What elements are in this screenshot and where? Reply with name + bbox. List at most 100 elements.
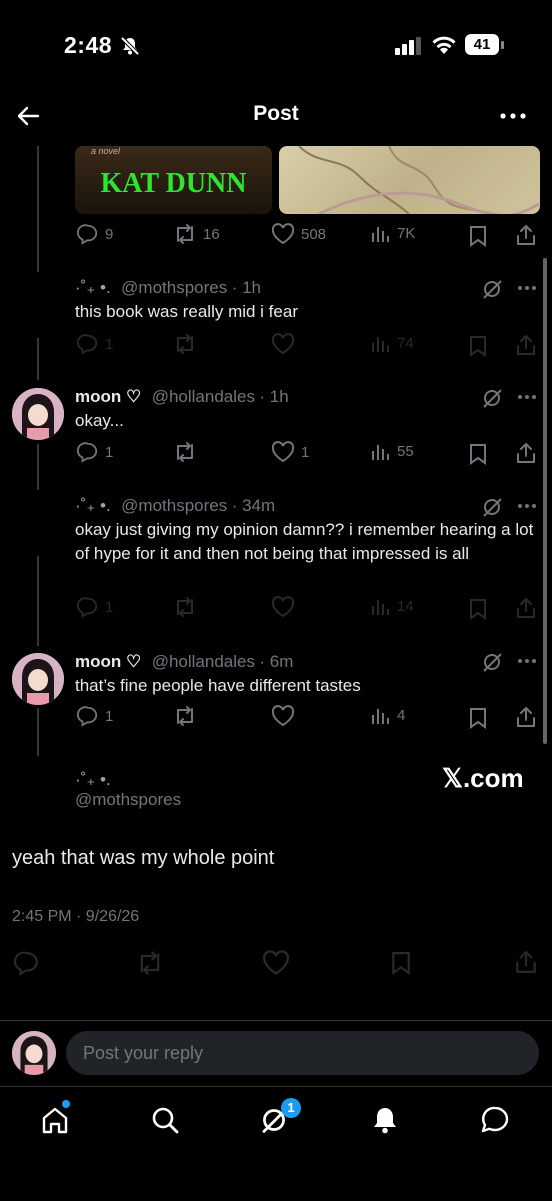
avatar[interactable] [12, 388, 64, 440]
reply-header: ·˚₊ •. @mothspores · 34m [75, 496, 275, 516]
like-count: 1 [301, 443, 310, 461]
more-options-icon[interactable] [517, 658, 537, 664]
book-art-image[interactable] [279, 146, 540, 214]
reply-header: ·˚₊ •. @mothspores · 1h [75, 278, 261, 298]
bookmark-icon[interactable] [468, 598, 488, 620]
bookmark-icon[interactable] [468, 707, 488, 729]
handle[interactable]: @hollandales [152, 387, 255, 406]
reply-header: moon ♡ @hollandales · 1h [75, 387, 289, 407]
share-icon[interactable] [514, 950, 538, 974]
reply-button[interactable]: 1 [77, 333, 113, 355]
reply-count: 1 [105, 707, 114, 725]
display-name: ·˚₊ •. [75, 770, 111, 789]
views-icon [372, 445, 389, 460]
reply-count: 1 [105, 335, 114, 353]
reply-button[interactable]: 1 [77, 596, 113, 618]
grok-icon[interactable] [481, 496, 503, 518]
handle[interactable]: @mothspores [121, 496, 227, 515]
post-time: · 1h [259, 387, 289, 406]
bottom-tab-bar: 1 [0, 1086, 552, 1201]
divider [0, 1020, 552, 1021]
reply-button[interactable]: 1 [77, 441, 113, 463]
grok-icon[interactable] [481, 387, 503, 409]
status-time: 2:48 [64, 32, 113, 58]
repost-icon[interactable] [136, 950, 164, 976]
signal-icon [395, 37, 421, 55]
bookmark-icon[interactable] [468, 335, 488, 357]
share-icon[interactable] [515, 224, 537, 246]
share-icon[interactable] [515, 597, 537, 619]
grok-icon[interactable] [481, 278, 503, 300]
repost-icon[interactable] [173, 333, 197, 355]
heart-icon [271, 223, 295, 245]
heart-icon[interactable] [271, 705, 295, 727]
reply-icon [77, 224, 98, 245]
grok-icon[interactable] [481, 651, 503, 673]
battery-cap [501, 41, 504, 49]
more-options-icon[interactable] [517, 503, 537, 509]
view-count: 55 [397, 442, 414, 460]
reply-icon[interactable] [14, 950, 40, 976]
reply-button[interactable]: 1 [77, 705, 113, 727]
book-cover-image[interactable]: a novel KAT DUNN [75, 146, 272, 214]
bookmark-icon[interactable] [468, 443, 488, 465]
share-icon[interactable] [515, 334, 537, 356]
top-post-actions: 9 16 508 7K [75, 223, 538, 251]
reply-input-placeholder: Post your reply [83, 1043, 204, 1063]
share-icon[interactable] [515, 442, 537, 464]
messages-icon[interactable] [480, 1105, 510, 1135]
views-button[interactable]: 7K [371, 223, 415, 243]
views-button[interactable]: 74 [371, 333, 414, 353]
post-timestamp: 2:45 PM · 9/26/26 [12, 908, 140, 925]
heart-icon[interactable] [271, 333, 295, 355]
handle[interactable]: @mothspores [75, 790, 181, 810]
display-name: ·˚₊ •. [75, 278, 111, 297]
heart-icon[interactable] [262, 950, 290, 976]
more-options-icon[interactable] [517, 285, 537, 291]
views-button[interactable]: 4 [371, 705, 405, 725]
repost-button[interactable]: 16 [173, 223, 220, 245]
view-count: 4 [397, 706, 406, 724]
avatar-image [12, 653, 64, 705]
bell-icon[interactable] [370, 1105, 400, 1135]
more-options-icon[interactable] [500, 112, 526, 120]
display-name: moon ♡ [75, 387, 142, 406]
more-options-icon[interactable] [517, 394, 537, 400]
status-bar: 2:48 41 [0, 0, 552, 90]
heart-icon[interactable] [271, 596, 295, 618]
like-button[interactable]: 1 [271, 441, 309, 463]
share-icon[interactable] [515, 706, 537, 728]
like-button[interactable]: 508 [271, 223, 326, 245]
reply-count: 1 [105, 443, 114, 461]
views-button[interactable]: 55 [371, 441, 414, 461]
view-count: 14 [397, 597, 414, 615]
like-count: 508 [301, 225, 327, 243]
repost-icon[interactable] [173, 705, 197, 727]
repost-icon[interactable] [173, 596, 197, 618]
bookmark-icon[interactable] [468, 225, 488, 247]
bookmark-icon[interactable] [390, 950, 412, 976]
search-icon[interactable] [150, 1105, 180, 1135]
scrollbar[interactable] [543, 258, 547, 744]
repost-count: 16 [203, 225, 220, 243]
reply-button[interactable]: 9 [77, 223, 113, 245]
thread-line [37, 708, 39, 756]
repost-icon[interactable] [173, 441, 197, 463]
handle[interactable]: @mothspores [121, 278, 227, 297]
reply-count: 9 [105, 225, 114, 243]
reply-count: 1 [105, 598, 114, 616]
home-icon[interactable] [40, 1105, 70, 1135]
avatar[interactable] [12, 653, 64, 705]
views-button[interactable]: 14 [371, 596, 414, 616]
reply-actions: 1 74 [75, 333, 538, 361]
my-avatar[interactable] [12, 1031, 56, 1075]
book-tag: a novel [91, 146, 121, 156]
focused-post-actions [14, 950, 540, 976]
post-text: this book was really mid i fear [75, 302, 298, 321]
reply-icon [77, 597, 98, 618]
reply-icon [77, 334, 98, 355]
handle[interactable]: @hollandales [152, 652, 255, 671]
views-icon [372, 709, 389, 724]
reply-icon [77, 706, 98, 727]
view-count: 7K [397, 224, 416, 242]
